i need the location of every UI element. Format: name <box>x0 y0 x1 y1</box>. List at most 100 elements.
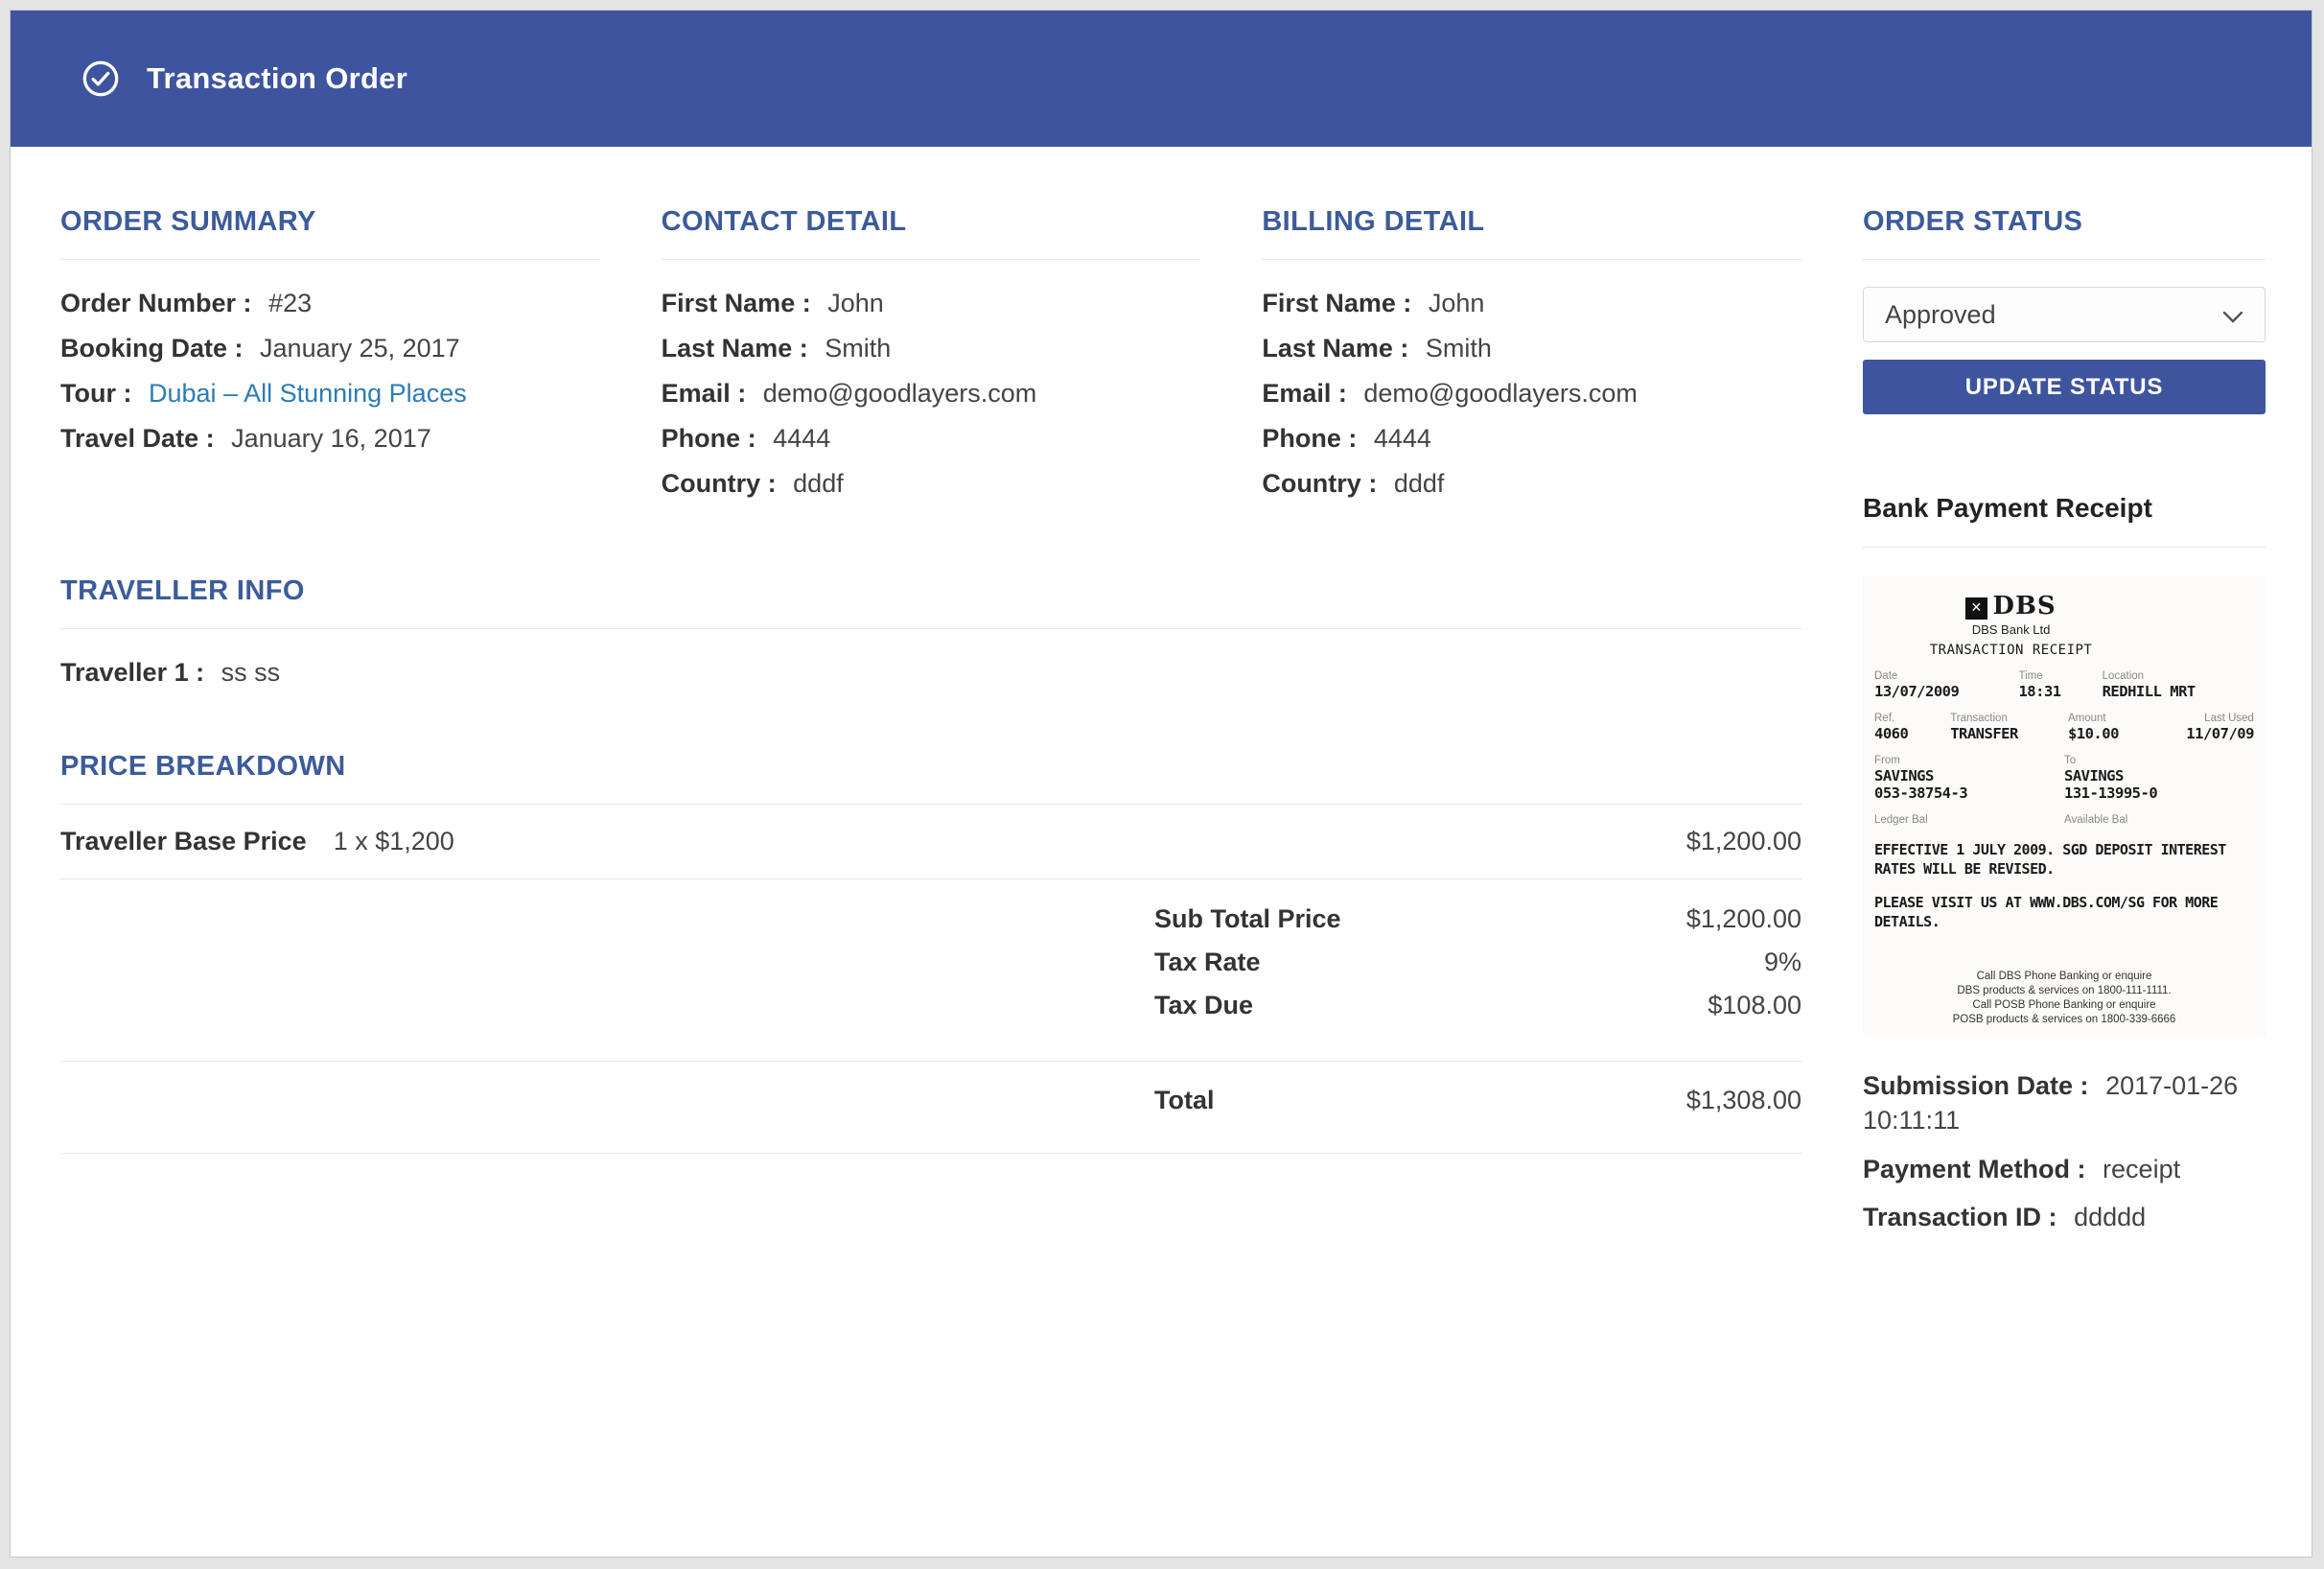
contact-phone-row: Phone : 4444 <box>662 422 1201 457</box>
receipt-from-label: From <box>1874 755 2064 766</box>
traveller-label: Traveller 1 : <box>60 658 204 687</box>
payment-method-label: Payment Method : <box>1863 1155 2086 1183</box>
country-value: dddf <box>1394 469 1445 498</box>
contact-detail-heading: CONTACT DETAIL <box>662 206 1201 238</box>
update-status-button[interactable]: UPDATE STATUS <box>1863 360 2266 414</box>
receipt-datetime-values: 13/07/2009 18:31 REDHILL MRT <box>1874 683 2254 700</box>
payment-meta: Submission Date : 2017-01-26 10:11:11 Pa… <box>1863 1069 2266 1236</box>
receipt-amount-label: Amount <box>2068 713 2171 724</box>
receipt-footer-line: Call POSB Phone Banking or enquire <box>1874 998 2254 1013</box>
receipt-last-used-value: 11/07/09 <box>2171 725 2254 742</box>
booking-date-row: Booking Date : January 25, 2017 <box>60 332 600 366</box>
status-select[interactable]: Approved <box>1863 287 2266 342</box>
line-item-label: Traveller Base Price <box>60 827 307 856</box>
page-title: Transaction Order <box>147 61 407 96</box>
email-value: demo@goodlayers.com <box>763 379 1037 408</box>
email-label: Email : <box>1262 379 1347 408</box>
tax-rate-label: Tax Rate <box>1154 948 1567 977</box>
transaction-id-label: Transaction ID : <box>1863 1203 2057 1231</box>
detail-columns: ORDER SUMMARY Order Number : #23 Booking… <box>60 206 1801 512</box>
receipt-transaction-label: Transaction <box>1950 713 2068 724</box>
receipt-from-to-values: SAVINGS 053-38754-3 SAVINGS 131-13995-0 <box>1874 767 2254 802</box>
last-name-value: Smith <box>825 334 891 363</box>
order-summary-heading: ORDER SUMMARY <box>60 206 600 238</box>
tour-row: Tour : Dubai – All Stunning Places <box>60 377 600 411</box>
traveller-row: Traveller 1 : ss ss <box>60 656 1801 691</box>
phone-label: Phone : <box>662 424 756 453</box>
receipt-to-label: To <box>2064 755 2254 766</box>
receipt-bank-name: DBS Bank Ltd <box>1874 622 2148 637</box>
tour-label: Tour : <box>60 379 131 408</box>
line-item-amount: $1,200.00 <box>1686 827 1801 856</box>
booking-date-label: Booking Date : <box>60 334 244 363</box>
tax-due-row: Tax Due $108.00 <box>60 991 1801 1020</box>
receipt-footer-line: Call DBS Phone Banking or enquire <box>1874 970 2254 984</box>
payment-method-row: Payment Method : receipt <box>1863 1153 2266 1187</box>
price-breakdown-heading: PRICE BREAKDOWN <box>60 751 1801 783</box>
billing-detail-heading: BILLING DETAIL <box>1262 206 1801 238</box>
order-status-sidebar: ORDER STATUS Approved UPDATE STATUS Bank… <box>1863 206 2266 1250</box>
receipt-date-value: 13/07/2009 <box>1874 683 2018 700</box>
receipt-footer: Call DBS Phone Banking or enquire DBS pr… <box>1874 931 2254 1027</box>
price-line-item: Traveller Base Price 1 x $1,200 $1,200.0… <box>60 805 1801 878</box>
content: ORDER SUMMARY Order Number : #23 Booking… <box>11 147 2312 1307</box>
contact-email-row: Email : demo@goodlayers.com <box>662 377 1201 411</box>
chevron-down-icon <box>2222 300 2243 330</box>
travel-date-label: Travel Date : <box>60 424 215 453</box>
receipt-to-number: 131-13995-0 <box>2064 784 2254 802</box>
country-label: Country : <box>1262 469 1377 498</box>
total-value: $1,308.00 <box>1567 1086 1801 1115</box>
line-item-quantity: 1 x $1,200 <box>334 827 454 856</box>
tour-link[interactable]: Dubai – All Stunning Places <box>149 379 467 408</box>
main-column: ORDER SUMMARY Order Number : #23 Booking… <box>60 206 1801 1250</box>
billing-email-row: Email : demo@goodlayers.com <box>1262 377 1801 411</box>
receipt-location-value: REDHILL MRT <box>2103 683 2254 700</box>
order-number-label: Order Number : <box>60 289 252 317</box>
tax-rate-row: Tax Rate 9% <box>60 948 1801 977</box>
receipt-txn-labels: Ref. Transaction Amount Last Used <box>1874 713 2254 724</box>
phone-label: Phone : <box>1262 424 1357 453</box>
total-row: Total $1,308.00 <box>60 1062 1801 1139</box>
receipt-date-label: Date <box>1874 670 2018 682</box>
billing-last-name-row: Last Name : Smith <box>1262 332 1801 366</box>
submission-date-label: Submission Date : <box>1863 1071 2089 1100</box>
subtotal-label: Sub Total Price <box>1154 904 1567 934</box>
tax-due-label: Tax Due <box>1154 991 1567 1020</box>
divider <box>1863 547 2266 548</box>
receipt-from-to-labels: From To <box>1874 755 2254 766</box>
check-circle-icon <box>81 59 120 98</box>
receipt-txn-values: 4060 TRANSFER $10.00 11/07/09 <box>1874 725 2254 742</box>
status-select-value: Approved <box>1885 300 1996 330</box>
tax-due-value: $108.00 <box>1567 991 1801 1020</box>
billing-detail-section: BILLING DETAIL First Name : John Last Na… <box>1262 206 1801 512</box>
receipt-available-bal-label: Available Bal <box>2064 814 2254 826</box>
receipt-time-value: 18:31 <box>2018 683 2102 700</box>
page: Transaction Order ORDER SUMMARY Order Nu… <box>10 10 2312 1557</box>
receipt-to-account: SAVINGS 131-13995-0 <box>2064 767 2254 802</box>
billing-country-row: Country : dddf <box>1262 467 1801 502</box>
tax-rate-value: 9% <box>1567 948 1801 977</box>
order-status-heading: ORDER STATUS <box>1863 206 2266 238</box>
email-label: Email : <box>662 379 747 408</box>
receipt-last-used-label: Last Used <box>2171 713 2254 724</box>
payment-method-value: receipt <box>2103 1155 2180 1183</box>
transaction-id-value: ddddd <box>2074 1203 2146 1231</box>
contact-country-row: Country : dddf <box>662 467 1201 502</box>
subtotal-row: Sub Total Price $1,200.00 <box>60 904 1801 934</box>
first-name-value: John <box>1429 289 1485 317</box>
traveller-value: ss ss <box>221 658 281 687</box>
receipt-from-account: SAVINGS 053-38754-3 <box>1874 767 2064 802</box>
receipt-header: ✕DBS DBS Bank Ltd TRANSACTION RECEIPT <box>1874 592 2148 658</box>
receipt-balance-labels: Ledger Bal Available Bal <box>1874 814 2254 826</box>
receipt-title: TRANSACTION RECEIPT <box>1874 643 2148 658</box>
subtotal-value: $1,200.00 <box>1567 904 1801 934</box>
first-name-label: First Name : <box>1262 289 1411 317</box>
receipt-footer-line: DBS products & services on 1800-111-1111… <box>1874 984 2254 998</box>
receipt-ref-label: Ref. <box>1874 713 1950 724</box>
divider <box>60 628 1801 629</box>
contact-first-name-row: First Name : John <box>662 287 1201 321</box>
receipt-notice-2: PLEASE VISIT US AT WWW.DBS.COM/SG FOR MO… <box>1874 894 2254 931</box>
receipt-location-label: Location <box>2103 670 2254 682</box>
phone-value: 4444 <box>773 424 830 453</box>
bank-receipt-image: ✕DBS DBS Bank Ltd TRANSACTION RECEIPT Da… <box>1863 576 2266 1037</box>
